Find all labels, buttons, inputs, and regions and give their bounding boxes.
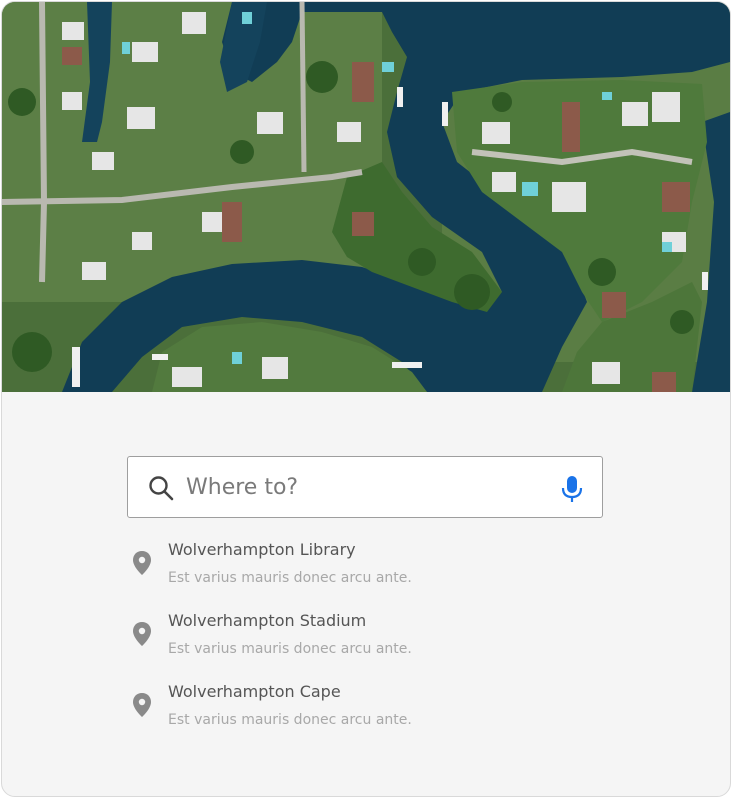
location-pin-icon [133, 622, 151, 646]
search-input[interactable] [186, 467, 546, 507]
suggestion-item[interactable]: Wolverhampton Cape Est varius mauris don… [130, 678, 600, 749]
suggestion-title: Wolverhampton Stadium [168, 611, 367, 630]
microphone-icon[interactable] [559, 475, 585, 503]
suggestion-subtitle: Est varius mauris donec arcu ante. [168, 570, 412, 586]
suggestion-item[interactable]: Wolverhampton Stadium Est varius mauris … [130, 607, 600, 678]
location-pin-icon [133, 551, 151, 575]
suggestion-subtitle: Est varius mauris donec arcu ante. [168, 712, 412, 728]
search-bar[interactable] [127, 456, 603, 518]
suggestion-subtitle: Est varius mauris donec arcu ante. [168, 641, 412, 657]
suggestion-item[interactable]: Wolverhampton Library Est varius mauris … [130, 536, 600, 607]
suggestion-title: Wolverhampton Cape [168, 682, 341, 701]
aerial-map-image [2, 2, 730, 392]
location-pin-icon [133, 693, 151, 717]
search-card: Wolverhampton Library Est varius mauris … [1, 1, 731, 797]
suggestion-list: Wolverhampton Library Est varius mauris … [130, 536, 600, 749]
search-icon [149, 476, 174, 501]
suggestion-title: Wolverhampton Library [168, 540, 356, 559]
